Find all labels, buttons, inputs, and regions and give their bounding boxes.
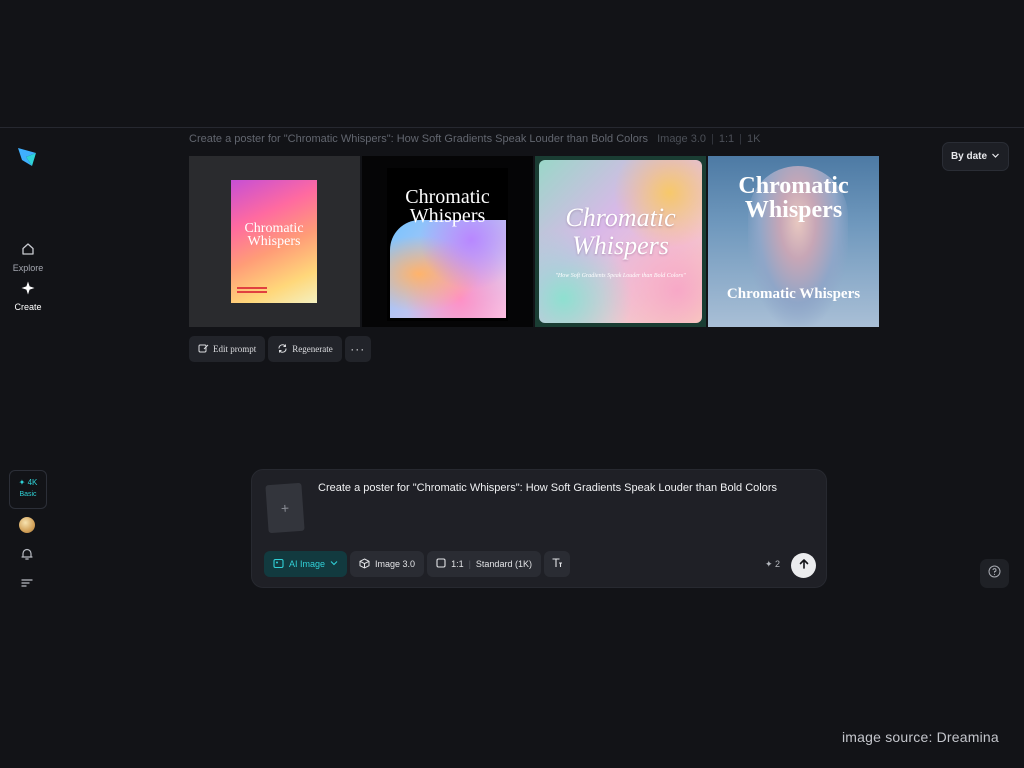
generation-prompt: Create a poster for "Chromatic Whispers"… xyxy=(189,133,649,145)
poster-bottom-title: Chromatic Whispers xyxy=(726,286,861,302)
generation-type-label: AI Image xyxy=(289,559,326,569)
home-icon xyxy=(21,243,35,260)
sidebar: Explore Create ✦ 4K Basic xyxy=(0,128,56,768)
poster-artwork: Chromatic Whispers xyxy=(387,168,508,321)
question-icon xyxy=(988,565,1001,583)
model-selector[interactable]: Image 3.0 xyxy=(350,551,425,577)
generation-actions: Edit prompt Regenerate ··· xyxy=(189,336,371,362)
refresh-icon xyxy=(277,343,288,356)
cube-icon xyxy=(359,557,370,571)
plan-tier: Basic xyxy=(19,491,37,498)
poster-footer-lines xyxy=(237,287,267,289)
ratio-label: 1:1 xyxy=(451,559,464,569)
dreamina-logo-icon[interactable] xyxy=(16,146,40,168)
poster-title: Chromatic Whispers xyxy=(738,173,849,223)
sidebar-item-label: Create xyxy=(14,302,42,312)
square-ratio-icon xyxy=(436,558,446,570)
arrow-up-icon xyxy=(798,557,810,575)
image-type-icon xyxy=(273,558,284,571)
quality-label: Standard (1K) xyxy=(475,559,532,569)
chevron-down-icon xyxy=(991,151,1000,163)
poster-artwork: Chromatic Whispers xyxy=(231,180,317,303)
poster-title: Chromatic Whispers xyxy=(244,221,304,249)
top-divider xyxy=(0,127,1024,128)
edit-prompt-button[interactable]: Edit prompt xyxy=(189,336,266,362)
bell-icon[interactable] xyxy=(20,547,34,561)
generation-type-dropdown[interactable]: AI Image xyxy=(264,551,348,577)
more-options-button[interactable]: ··· xyxy=(344,336,371,362)
prompt-composer: + Create a poster for "Chromatic Whisper… xyxy=(251,469,827,588)
edit-icon xyxy=(198,343,209,356)
menu-icon[interactable] xyxy=(20,576,34,590)
poster-title: Chromatic Whispers xyxy=(405,186,490,227)
ratio-quality-selector[interactable]: 1:1 | Standard (1K) xyxy=(427,551,541,577)
generated-image-4[interactable]: Chromatic Whispers Chromatic Whispers xyxy=(708,156,879,327)
sort-dropdown[interactable]: By date xyxy=(942,142,1009,171)
credit-cost: ✦ 2 xyxy=(765,559,781,569)
sparkle-icon xyxy=(21,281,35,299)
credits-badge[interactable]: ✦ 4K Basic xyxy=(9,470,47,509)
model-label: Image 3.0 xyxy=(375,559,416,569)
generation-ratio: 1:1 xyxy=(718,133,735,145)
chevron-down-icon xyxy=(330,559,338,569)
text-style-button[interactable] xyxy=(543,551,570,577)
generation-model: Image 3.0 xyxy=(657,133,707,145)
text-style-icon xyxy=(551,557,563,571)
sidebar-item-label: Explore xyxy=(12,263,44,273)
help-button[interactable] xyxy=(980,559,1009,588)
poster-artwork: Chromatic Whispers "How Soft Gradients Sp… xyxy=(539,160,702,323)
image-source-caption: image source: Dreamina xyxy=(842,729,999,745)
regenerate-button[interactable]: Regenerate xyxy=(268,336,342,362)
sidebar-item-create[interactable]: Create xyxy=(0,281,56,312)
generation-resolution: 1K xyxy=(747,133,761,145)
avatar[interactable] xyxy=(19,517,35,533)
regenerate-label: Regenerate xyxy=(292,344,333,354)
sort-label: By date xyxy=(950,151,988,162)
gradient-blob xyxy=(390,220,506,318)
credits-amount: ✦ 4K xyxy=(18,478,38,487)
composer-toolbar: AI Image Image 3.0 1:1 | Standard (1K) xyxy=(264,551,570,577)
generated-image-3[interactable]: Chromatic Whispers "How Soft Gradients Sp… xyxy=(535,156,706,327)
edit-prompt-label: Edit prompt xyxy=(213,344,257,354)
sidebar-item-explore[interactable]: Explore xyxy=(0,242,56,273)
generation-prompt-line: Create a poster for "Chromatic Whispers"… xyxy=(189,133,761,145)
prompt-input[interactable]: Create a poster for "Chromatic Whispers"… xyxy=(318,482,777,494)
poster-title: Chromatic Whispers xyxy=(565,203,676,260)
generated-image-2[interactable]: Chromatic Whispers xyxy=(362,156,533,327)
add-reference-image-button[interactable]: + xyxy=(265,482,305,534)
generated-image-1[interactable]: Chromatic Whispers xyxy=(189,156,360,327)
send-button[interactable] xyxy=(791,553,816,578)
poster-subtitle: "How Soft Gradients Speak Louder than Bo… xyxy=(555,273,686,279)
